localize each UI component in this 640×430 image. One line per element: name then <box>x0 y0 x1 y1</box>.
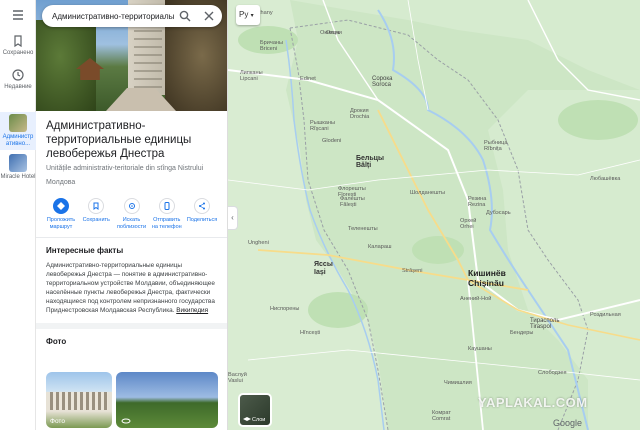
bookmark-icon <box>93 202 99 210</box>
map-place-label[interactable]: Анений-Ной <box>460 296 491 302</box>
share-icon <box>199 202 205 210</box>
facts-heading: Интересные факты <box>46 246 124 255</box>
history-button[interactable]: Недавние <box>0 68 36 90</box>
map-place-label[interactable]: Fălești <box>340 202 356 208</box>
layers-button[interactable]: Слои <box>238 393 272 427</box>
saved-label: Сохранено <box>2 50 34 56</box>
map-place-label[interactable]: Bălți <box>356 162 371 169</box>
nearby-icon <box>128 203 135 209</box>
share-button[interactable]: Поделиться <box>185 198 219 231</box>
nearby-button[interactable]: Искать поблизости <box>115 198 149 231</box>
map-place-label[interactable]: Chișinău <box>468 279 504 288</box>
layers-label: Слои <box>252 417 266 423</box>
map-place-label[interactable]: Orhei <box>460 224 474 230</box>
map-place-label[interactable]: Hîncești <box>300 330 320 336</box>
collapse-panel-button[interactable]: ‹ <box>228 206 238 230</box>
map-place-label[interactable]: Любашёвка <box>590 176 620 182</box>
map-place-label[interactable]: Кишинёв <box>468 269 506 278</box>
country-label: Молдова <box>46 179 76 186</box>
recent-place-2[interactable]: Miracle Hotel <box>0 154 36 181</box>
map-place-label[interactable]: Glodeni <box>322 138 341 144</box>
search-icon[interactable] <box>178 9 192 23</box>
search-input[interactable] <box>52 9 174 23</box>
close-icon[interactable] <box>202 9 216 23</box>
map-place-label[interactable]: Бендеры <box>510 330 533 336</box>
history-icon <box>12 69 24 81</box>
map-place-label[interactable]: Rezina <box>468 202 485 208</box>
menu-button[interactable] <box>0 8 36 24</box>
map-place-label[interactable]: Отачи <box>326 30 342 36</box>
map-place-label[interactable]: Ниспорены <box>270 306 299 312</box>
map-place-label[interactable]: Strășeni <box>402 268 423 274</box>
map-place-label[interactable]: Rîbnița <box>484 146 502 152</box>
left-rail: Сохранено Недавние Администр ативно... M… <box>0 0 36 430</box>
directions-button[interactable]: Проложить маршрут <box>44 198 78 231</box>
hamburger-menu-icon <box>13 10 23 20</box>
directions-label: Проложить маршрут <box>46 217 76 230</box>
save-label: Сохранить <box>82 217 110 223</box>
place-panel: Административно-территориальные единицы … <box>36 0 228 430</box>
layers-icon <box>243 417 251 421</box>
chevron-down-icon: ▾ <box>250 13 254 19</box>
map-place-label[interactable]: Каушаны <box>468 346 492 352</box>
bookmark-icon <box>14 35 22 48</box>
map-place-label[interactable]: Vaslui <box>228 378 243 384</box>
photo-tile-360[interactable] <box>116 372 218 428</box>
map-place-label[interactable]: Briceni <box>260 46 277 52</box>
native-name: Unitățile administrativ-teritoriale din … <box>46 165 204 172</box>
wikipedia-link[interactable]: Википедия <box>176 307 208 314</box>
send-to-phone-label: Отправить на телефон <box>151 217 182 230</box>
map-canvas[interactable] <box>228 0 640 430</box>
map-place-label[interactable]: Soroca <box>372 82 391 88</box>
map-place-label[interactable]: Теленешты <box>348 226 378 232</box>
map-place-label[interactable]: Lipcani <box>240 76 258 82</box>
map-place-label[interactable]: Яссы <box>314 261 333 268</box>
place-subtitle: Unitățile administrativ-teritoriale din … <box>36 161 227 188</box>
send-to-phone-button[interactable]: Отправить на телефон <box>150 198 184 231</box>
photos-heading: Фото <box>46 337 67 346</box>
facts-text: Административно-территориальные единицы … <box>36 255 227 315</box>
photo-tile-1[interactable]: Фото <box>46 372 112 428</box>
place-thumbnail <box>9 114 27 132</box>
map-place-label[interactable]: Rîșcani <box>310 126 329 132</box>
map-place-label[interactable]: Роздильная <box>590 312 621 318</box>
photo-strip: Фото <box>46 372 218 428</box>
map-place-label[interactable]: Чимишлия <box>444 380 472 386</box>
saved-button[interactable]: Сохранено <box>0 34 36 56</box>
history-label: Недавние <box>4 84 32 90</box>
map-place-label[interactable]: Drochia <box>350 114 369 120</box>
recent-place-1[interactable]: Администр ативно... <box>0 112 36 150</box>
watermark: YAPLAKAL.COM <box>478 395 588 410</box>
map-place-label[interactable]: Дубэсарь <box>486 210 511 216</box>
send-to-phone-icon <box>164 202 170 210</box>
share-label: Поделиться <box>186 217 218 223</box>
map-place-label[interactable]: Ungheni <box>248 240 269 246</box>
map-place-label[interactable]: Шолданешты <box>410 190 445 196</box>
map-place-label[interactable]: Iași <box>314 269 326 276</box>
place-title: Административно-территориальные единицы … <box>46 120 192 160</box>
language-select-value: Ру <box>239 10 249 19</box>
map-place-label[interactable]: Слободзея <box>538 370 567 376</box>
save-button[interactable]: Сохранить <box>79 198 113 231</box>
map-graphic <box>228 0 640 430</box>
map-place-label[interactable]: Comrat <box>432 416 450 422</box>
map-place-label[interactable]: Edinet <box>300 76 316 82</box>
photo-tile-1-label: Фото <box>50 418 65 425</box>
map-place-label[interactable]: Tiraspol <box>530 324 551 330</box>
search-box <box>42 5 222 27</box>
hotel-thumbnail <box>9 154 27 172</box>
directions-icon <box>57 202 65 210</box>
recent-place-2-label: Miracle Hotel <box>0 174 36 180</box>
360-view-icon <box>121 418 131 424</box>
google-logo: Google <box>553 418 583 428</box>
recent-place-1-label: Администр ативно... <box>2 134 34 147</box>
map-place-label[interactable]: Калараш <box>368 244 391 250</box>
action-bar: Проложить маршрут Сохранить Искать побли… <box>36 188 227 238</box>
language-select[interactable]: Ру ▾ <box>236 5 260 25</box>
nearby-label: Искать поблизости <box>116 217 147 230</box>
